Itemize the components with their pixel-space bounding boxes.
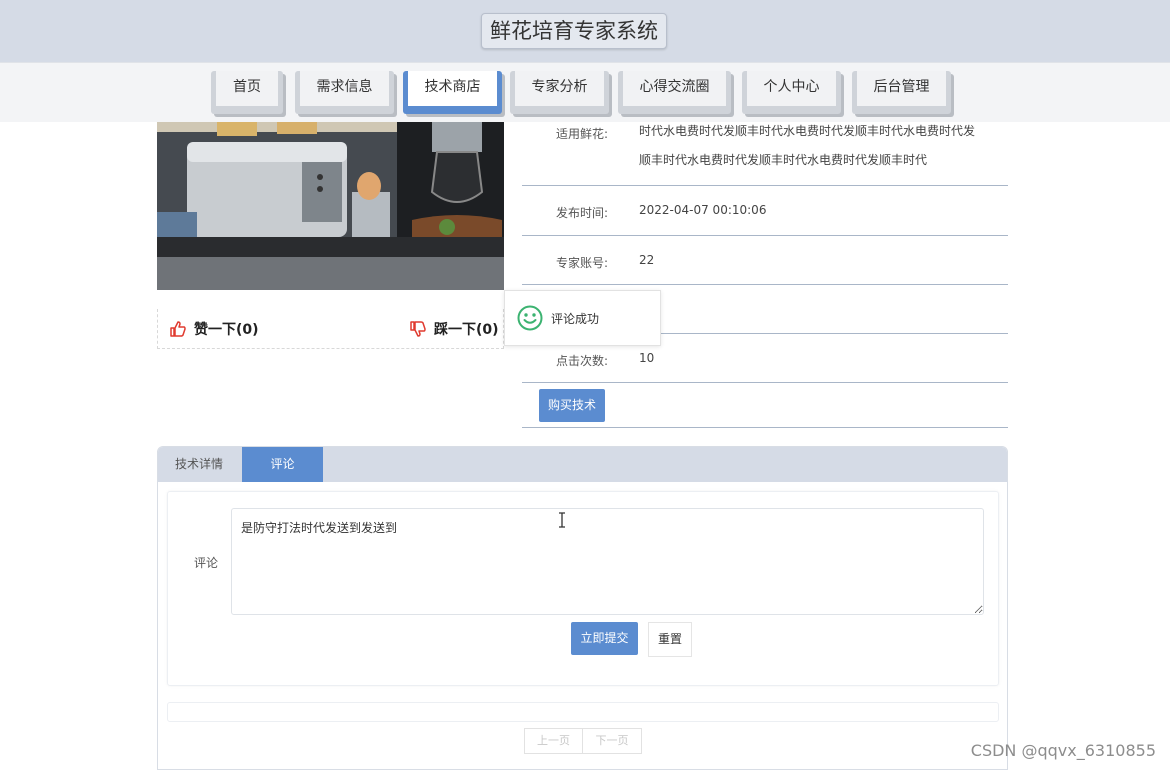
clicks-value: 10 [639,351,655,365]
nav-demand-info[interactable]: 需求信息 [295,71,394,114]
nav-admin[interactable]: 后台管理 [852,71,951,114]
smile-icon [517,305,543,331]
info-row-expert: 专家账号: 22 [522,236,1008,285]
nav-expert-analysis[interactable]: 专家分析 [510,71,609,114]
nav-experience-circle[interactable]: 心得交流圈 [618,71,731,114]
success-toast: 评论成功 [504,290,661,346]
publish-time-label: 发布时间: [555,206,608,220]
watermark: CSDN @qqvx_6310855 [970,741,1156,760]
info-row-publish-time: 发布时间: 2022-04-07 00:10:06 [522,186,1008,236]
comment-label: 评论 [194,556,219,570]
comment-list [167,702,999,722]
submit-button[interactable]: 立即提交 [571,622,638,655]
expert-label: 专家账号: [555,256,608,270]
nav-personal-center[interactable]: 个人中心 [742,71,841,114]
nav-home[interactable]: 首页 [211,71,283,114]
product-image [157,122,504,290]
top-header: 鲜花培育专家系统 [0,0,1170,62]
toast-message: 评论成功 [551,311,600,326]
tabs-bar: 技术详情 评论 [158,447,1007,482]
pagination: 上一页 下一页 [524,728,642,754]
flower-label: 适用鲜花: [555,127,608,141]
tab-comment[interactable]: 评论 [242,447,323,482]
comment-form: 评论 是防守打法时代发送到发送到 立即提交 重置 [167,491,999,686]
publish-time-value: 2022-04-07 00:10:06 [639,203,767,217]
info-row-flower: 适用鲜花: 时代水电费时代发顺丰时代水电费时代发顺丰时代水电费时代发 顺丰时代水… [522,122,1008,186]
like-label: 赞一下(0) [194,322,259,338]
clicks-label: 点击次数: [555,354,608,368]
tab-tech-detail[interactable]: 技术详情 [158,447,240,482]
flower-value: 时代水电费时代发顺丰时代水电费时代发顺丰时代水电费时代发 顺丰时代水电费时代发顺… [639,124,976,167]
prev-page-button[interactable]: 上一页 [524,728,583,754]
expert-value: 22 [639,253,655,267]
thumbs-down-icon [410,321,426,337]
product-image-illustration [157,122,504,290]
next-page-button[interactable]: 下一页 [583,728,642,754]
main-nav: 首页 需求信息 技术商店 专家分析 心得交流圈 个人中心 后台管理 [0,62,1170,122]
comment-textarea[interactable]: 是防守打法时代发送到发送到 [231,508,984,615]
like-button[interactable]: 赞一下(0) [170,319,259,339]
dislike-button[interactable]: 踩一下(0) [410,319,499,339]
text-cursor-icon [559,512,565,528]
thumbs-up-icon [170,321,186,337]
tabs-panel: 技术详情 评论 评论 是防守打法时代发送到发送到 立即提交 重置 上一页 下一页 [157,446,1008,770]
nav-tech-store[interactable]: 技术商店 [403,71,502,114]
site-title: 鲜花培育专家系统 [481,13,667,49]
buy-tech-button[interactable]: 购买技术 [539,389,605,422]
reset-button[interactable]: 重置 [648,622,692,657]
vote-box: 赞一下(0) 踩一下(0) [157,309,504,349]
dislike-label: 踩一下(0) [434,322,499,338]
